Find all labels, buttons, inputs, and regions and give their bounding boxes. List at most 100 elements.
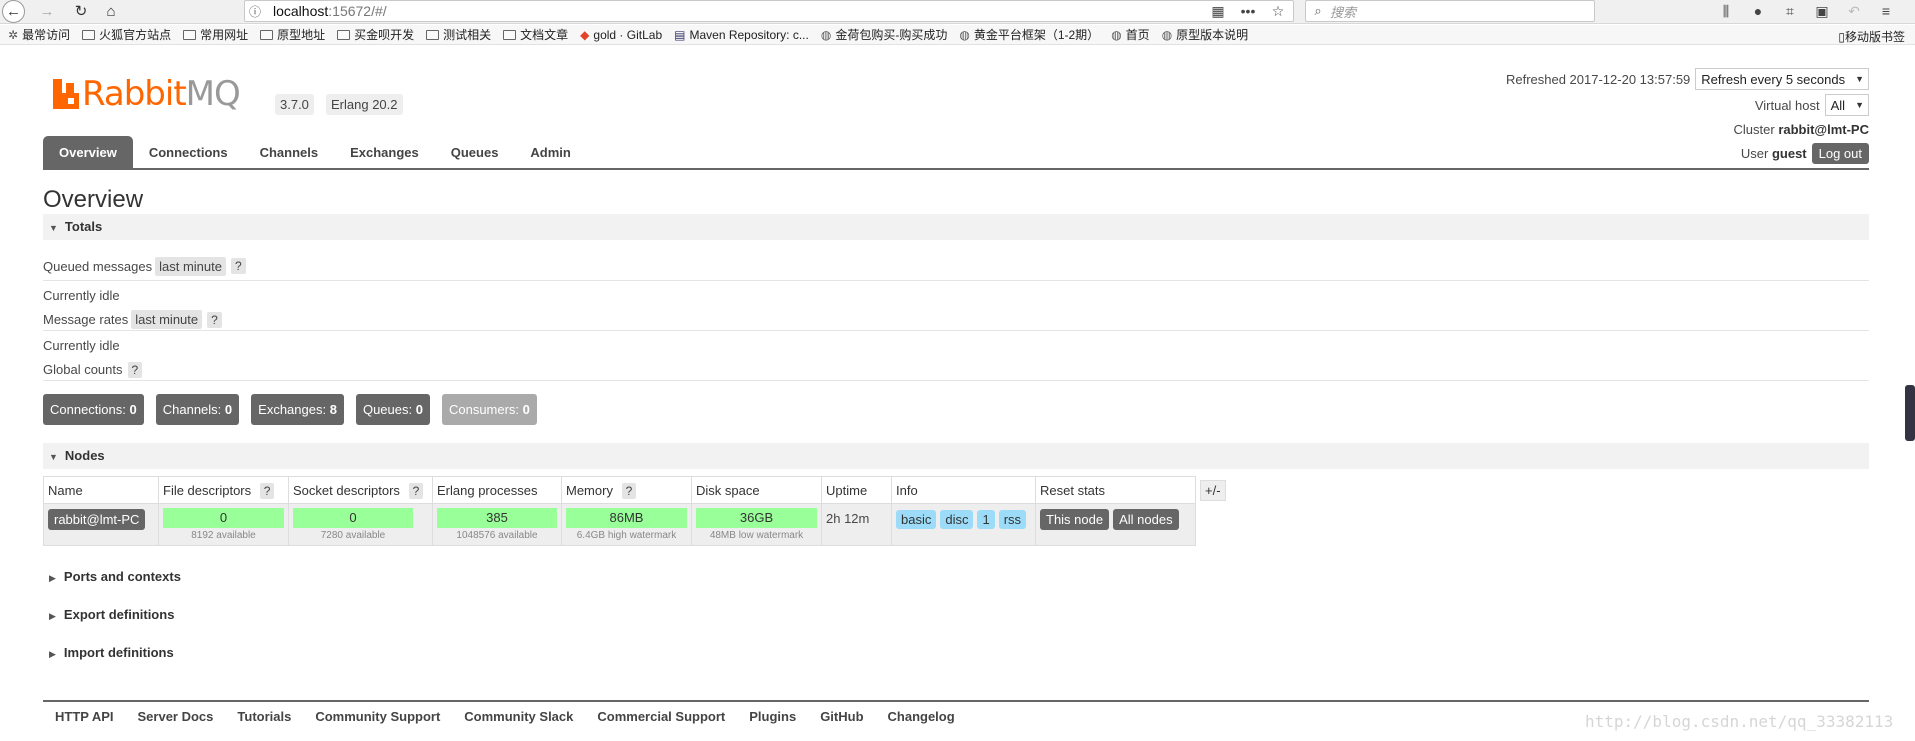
- bookmark-item[interactable]: ◍ 金荷包购买-购买成功: [821, 26, 947, 43]
- help-button[interactable]: ?: [259, 482, 275, 499]
- sd-cell: 0 7280 available: [288, 503, 433, 546]
- rates-range-toggle[interactable]: last minute: [131, 310, 203, 329]
- forward-button[interactable]: →: [36, 0, 58, 22]
- reset-all-nodes-button[interactable]: All nodes: [1113, 509, 1179, 530]
- footer-link-http-api[interactable]: HTTP API: [55, 709, 114, 724]
- home-button[interactable]: ⌂: [100, 0, 122, 22]
- bookmark-item[interactable]: ◍ 原型版本说明: [1162, 26, 1249, 43]
- ports-section-header[interactable]: ▶ Ports and contexts: [43, 558, 1869, 596]
- search-input[interactable]: ⌕ 搜索: [1305, 0, 1595, 22]
- bookmark-item[interactable]: 原型地址: [260, 26, 325, 43]
- reload-button[interactable]: ↻: [70, 0, 92, 22]
- crop-icon[interactable]: ⌗: [1774, 3, 1806, 20]
- refresh-interval-select[interactable]: Refresh every 5 seconds ▼: [1695, 68, 1869, 90]
- scrollbar-thumb[interactable]: [1905, 385, 1915, 441]
- bookmark-item[interactable]: ◆ gold · GitLab: [580, 28, 662, 42]
- help-button[interactable]: ?: [408, 482, 424, 499]
- col-erlang-processes: Erlang processes: [432, 476, 562, 504]
- qr-code-icon[interactable]: ▦: [1203, 3, 1233, 20]
- col-reset-stats: Reset stats: [1035, 476, 1196, 504]
- fd-bar: 0: [163, 508, 284, 528]
- count-label: Exchanges:: [258, 402, 327, 417]
- gear-icon: ✲: [8, 27, 19, 42]
- refresh-interval-value: Refresh every 5 seconds: [1701, 71, 1846, 87]
- bookmark-item[interactable]: ▤ Maven Repository: c...: [674, 28, 809, 42]
- queued-range-toggle[interactable]: last minute: [155, 256, 226, 276]
- footer-link-community-slack[interactable]: Community Slack: [464, 709, 573, 724]
- totals-section-header[interactable]: ▼ Totals: [43, 214, 1869, 240]
- phone-icon: ▯: [1838, 30, 1845, 44]
- gitlab-icon: ◆: [580, 27, 590, 42]
- help-button[interactable]: ?: [207, 311, 222, 328]
- table-row: rabbit@lmt-PC 0 8192 available 0 7280 avai…: [43, 503, 1231, 546]
- bookmark-item[interactable]: 常用网址: [183, 26, 248, 43]
- more-icon[interactable]: •••: [1233, 3, 1263, 19]
- column-toggle-button[interactable]: +/-: [1200, 479, 1226, 501]
- info-icon[interactable]: ⓘ: [245, 3, 265, 20]
- virtual-host-select[interactable]: All ▼: [1824, 94, 1869, 116]
- bookmark-label: 黄金平台框架（1-2期）: [973, 28, 1100, 42]
- bookmark-item[interactable]: 文档文章: [503, 26, 568, 43]
- footer-link-commercial-support[interactable]: Commercial Support: [597, 709, 725, 724]
- nodes-section-header[interactable]: ▼ Nodes: [43, 443, 1869, 469]
- undo-icon[interactable]: ↶: [1838, 3, 1870, 20]
- col-label: Reset stats: [1040, 482, 1106, 498]
- library-icon[interactable]: ⫼: [1710, 3, 1742, 20]
- mobile-bookmarks[interactable]: ▯移动版书签: [1838, 28, 1905, 45]
- tab-connections[interactable]: Connections: [133, 136, 244, 170]
- footer-link-tutorials[interactable]: Tutorials: [237, 709, 291, 724]
- connections-count-button[interactable]: Connections: 0: [43, 394, 144, 425]
- info-tag: rss: [998, 510, 1027, 529]
- back-button[interactable]: ←: [2, 0, 25, 23]
- tab-queues[interactable]: Queues: [435, 136, 515, 170]
- rabbitmq-logo[interactable]: RabbitMQ: [53, 74, 241, 114]
- help-button[interactable]: ?: [231, 258, 246, 274]
- count-label: Consumers:: [448, 402, 520, 417]
- exchanges-count-button[interactable]: Exchanges: 8: [251, 394, 344, 425]
- folder-icon: [183, 29, 197, 40]
- sidebar-icon[interactable]: ▣: [1806, 3, 1838, 20]
- tab-channels[interactable]: Channels: [244, 136, 335, 170]
- globe-icon: ◍: [959, 27, 970, 42]
- menu-icon[interactable]: ≡: [1870, 3, 1902, 19]
- globe-icon: ◍: [820, 27, 832, 42]
- bookmark-item[interactable]: ✲ 最常访问: [8, 26, 70, 43]
- col-info: Info: [891, 476, 1036, 504]
- nodes-header-row: Name File descriptors ? Socket descripto…: [43, 476, 1231, 504]
- help-button[interactable]: ?: [621, 482, 637, 499]
- bookmark-label: 移动版书签: [1844, 30, 1905, 44]
- help-button[interactable]: ?: [127, 361, 143, 378]
- url-bar[interactable]: ⓘ localhost:15672/#/ ▦ ••• ☆: [244, 0, 1294, 22]
- tab-overview[interactable]: Overview: [43, 136, 133, 170]
- chat-icon[interactable]: ●: [1742, 3, 1774, 19]
- export-section-header[interactable]: ▶ Export definitions: [43, 596, 1869, 634]
- empty-cell: [1195, 503, 1231, 546]
- tab-admin[interactable]: Admin: [514, 136, 586, 170]
- footer-link-community-support[interactable]: Community Support: [315, 709, 440, 724]
- footer-link-github[interactable]: GitHub: [820, 709, 863, 724]
- bookmark-item[interactable]: 火狐官方站点: [82, 26, 171, 43]
- queues-count-button[interactable]: Queues: 0: [355, 394, 430, 425]
- bookmark-item[interactable]: ◍ 首页: [1111, 26, 1150, 43]
- footer-link-changelog[interactable]: Changelog: [888, 709, 955, 724]
- import-section-header[interactable]: ▶ Import definitions: [43, 634, 1869, 672]
- bookmark-item[interactable]: ◍ 黄金平台框架（1-2期）: [959, 26, 1099, 43]
- channels-count-button[interactable]: Channels: 0: [155, 394, 240, 425]
- reset-this-node-button[interactable]: This node: [1040, 509, 1110, 530]
- disk-bar: 36GB: [696, 508, 817, 528]
- footer-link-server-docs[interactable]: Server Docs: [138, 709, 214, 724]
- fd-cell: 0 8192 available: [158, 503, 289, 546]
- bookmarks-bar: ✲ 最常访问 火狐官方站点 常用网址 原型地址 买金呗开发 测试相关 文档文章 ◆…: [0, 25, 1915, 45]
- memory-cell: 86MB 6.4GB high watermark: [561, 503, 692, 546]
- tab-exchanges[interactable]: Exchanges: [334, 136, 435, 170]
- url-text[interactable]: localhost:15672/#/: [273, 3, 387, 19]
- browser-toolbar: ← → ↻ ⌂ ⓘ localhost:15672/#/ ▦ ••• ☆ ⌕ 搜…: [0, 0, 1915, 24]
- reload-icon: ↻: [74, 3, 88, 20]
- triangle-right-icon: ▶: [49, 611, 56, 621]
- footer-link-plugins[interactable]: Plugins: [749, 709, 796, 724]
- bookmark-item[interactable]: 测试相关: [426, 26, 491, 43]
- node-name-link[interactable]: rabbit@lmt-PC: [48, 509, 146, 530]
- bookmark-item[interactable]: 买金呗开发: [337, 26, 414, 43]
- consumers-count-button[interactable]: Consumers: 0: [441, 394, 537, 425]
- star-icon[interactable]: ☆: [1263, 3, 1293, 20]
